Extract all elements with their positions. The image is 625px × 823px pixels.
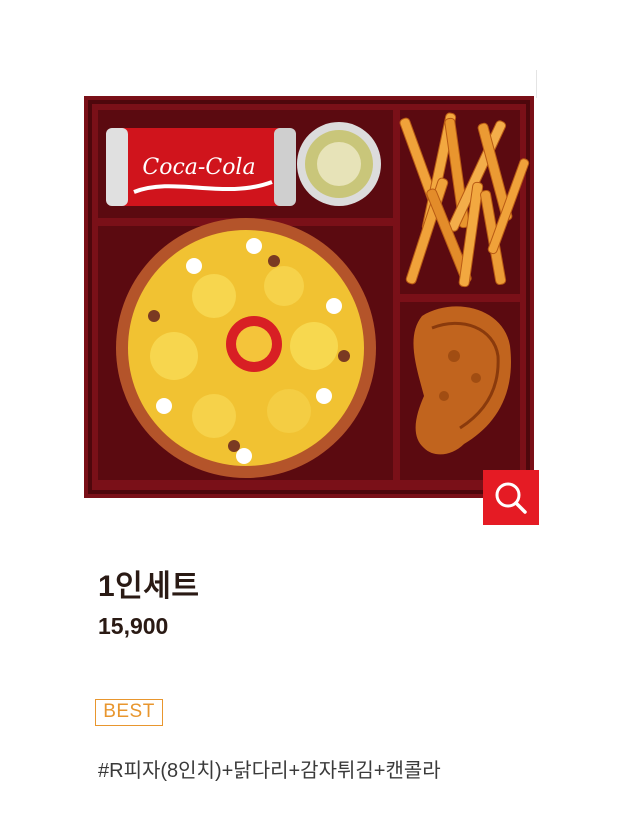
set-meal-illustration: Coca-Cola — [84, 96, 534, 498]
product-card: Coca-Cola 1인세트 15,900 BEST #R피자(8인치)+닭다리… — [0, 0, 625, 823]
pickle-cup — [297, 122, 381, 206]
divider — [536, 70, 537, 98]
product-description: #R피자(8인치)+닭다리+감자튀김+캔콜라 — [98, 760, 441, 782]
product-title: 1인세트 — [98, 570, 200, 603]
pizza — [116, 218, 376, 478]
magnifier-icon — [495, 482, 527, 514]
svg-text:Coca-Cola: Coca-Cola — [142, 155, 255, 180]
product-price: 15,900 — [98, 613, 169, 639]
zoom-button[interactable] — [483, 470, 539, 525]
product-image[interactable]: Coca-Cola — [84, 96, 534, 498]
best-badge: BEST — [95, 699, 163, 726]
coke-can: Coca-Cola — [106, 128, 296, 206]
